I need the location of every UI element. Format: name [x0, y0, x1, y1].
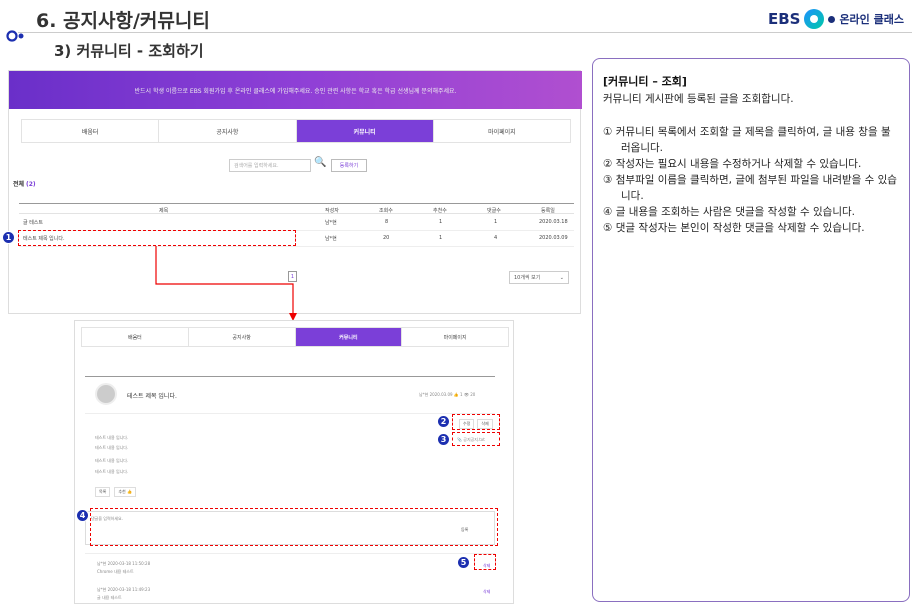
comment-date: 2020-03-18 11:50:28 [107, 561, 151, 566]
header-divider [18, 32, 912, 33]
highlight-box-3 [452, 432, 500, 446]
highlight-box-4 [90, 508, 498, 546]
post-body-line: 테스트 내용 입니다. [95, 458, 129, 463]
total-count: 전체 (2) [13, 179, 36, 188]
register-button[interactable]: 등록하기 [331, 159, 367, 172]
highlight-box-5 [474, 554, 496, 570]
step-badge-1: 1 [2, 231, 15, 244]
connector-arrow [155, 246, 297, 321]
row-author: 남*현 [325, 236, 337, 242]
post-detail-screenshot: 배움터 공지사항 커뮤니티 마이페이지 테스트 제목 입니다. 남*현 2020… [74, 320, 514, 604]
notice-banner: 반드시 학생 이름으로 EBS 회원가입 후 온라인 클래스에 가입해주세요. … [9, 71, 582, 109]
post-title: 테스트 제목 입니다. [127, 393, 177, 400]
post-body-line: 테스트 내용 입니다. [95, 435, 129, 440]
comment-author: 남*현 [97, 587, 107, 592]
ebs-logo-icon [804, 9, 825, 29]
row-recommend: 1 [439, 219, 443, 225]
tab-learning[interactable]: 배움터 [82, 328, 189, 346]
divider [85, 376, 495, 377]
step-badge-2: 2 [437, 415, 450, 428]
instruction-item: ③ 첨부파일 이름을 클릭하면, 글에 첨부된 파일을 내려받을 수 있습니다. [603, 174, 897, 202]
col-comments: 댓글수 [487, 208, 501, 214]
divider [85, 553, 495, 554]
instruction-item: ④ 글 내용을 조회하는 사람은 댓글을 작성할 수 있습니다. [603, 206, 855, 218]
comment-text: Chrome 내용 테스트 [97, 569, 134, 574]
view-count-select[interactable]: 10개씩 보기 ⌄ [509, 271, 569, 284]
tab-mypage[interactable]: 마이페이지 [434, 120, 570, 142]
comment-item: 남*현 2020-03-18 11:50:28 [97, 561, 150, 567]
page-title: 6. 공지사항/커뮤니티 [36, 10, 210, 32]
main-tabs: 배움터 공지사항 커뮤니티 마이페이지 [21, 119, 571, 143]
table-header: 제목 작성자 조회수 추천수 댓글수 등록일 [19, 203, 574, 214]
dot-icon [828, 15, 836, 23]
post-meta: 남*현 2020.03.09 👍 1 👁 20 [419, 392, 476, 397]
table-row[interactable]: 글 테스트 남*현 8 1 1 2020.03.18 [19, 216, 574, 231]
total-label: 전체 [13, 181, 25, 188]
view-count-value: 10개씩 보기 [514, 275, 541, 281]
step-badge-5: 5 [457, 556, 470, 569]
total-count-value: (2) [25, 181, 36, 188]
chevron-down-icon: ⌄ [559, 274, 564, 281]
brand-logo: EBS 온라인 클래스 [768, 9, 904, 29]
col-recommend: 추천수 [433, 208, 447, 214]
col-title: 제목 [159, 208, 169, 214]
circles-decoration-icon [6, 30, 24, 42]
col-date: 등록일 [541, 208, 555, 214]
row-recommend: 1 [439, 235, 443, 241]
tab-learning[interactable]: 배움터 [22, 120, 160, 142]
instruction-item: ② 작성자는 필요시 내용을 수정하거나 삭제할 수 있습니다. [603, 158, 862, 170]
divider [85, 413, 495, 414]
col-author: 작성자 [325, 208, 339, 214]
row-comments: 4 [494, 235, 498, 241]
avatar [95, 383, 117, 405]
tab-notice[interactable]: 공지사항 [159, 120, 297, 142]
instruction-item: ① 커뮤니티 목록에서 조회할 글 제목을 클릭하여, 글 내용 창을 불러옵니… [603, 126, 891, 154]
row-views: 8 [385, 219, 389, 225]
instruction-item: ⑤ 댓글 작성자는 본인이 작성한 댓글을 삭제할 수 있습니다. [603, 222, 865, 234]
comment-author: 남*현 [97, 561, 107, 566]
step-badge-3: 3 [437, 433, 450, 446]
row-author: 남*현 [325, 220, 337, 226]
row-views: 20 [383, 235, 390, 241]
col-views: 조회수 [379, 208, 393, 214]
detail-tabs: 배움터 공지사항 커뮤니티 마이페이지 [81, 327, 509, 347]
row-date: 2020.03.09 [539, 235, 568, 241]
post-body-line: 테스트 내용 입니다. [95, 445, 129, 450]
panel-description: 커뮤니티 게시판에 등록된 글을 조회합니다. [603, 93, 794, 105]
comment-delete-button[interactable]: 삭제 [483, 589, 490, 595]
post-body-line: 테스트 내용 입니다. [95, 469, 129, 474]
recommend-button[interactable]: 추천 👍 [114, 487, 136, 497]
comment-date: 2020-03-18 11:49:23 [107, 587, 151, 592]
panel-title: [커뮤니티 – 조회] [603, 75, 687, 88]
brand-name: EBS [767, 10, 801, 28]
comment-item: 남*현 2020-03-18 11:49:23 [97, 587, 150, 593]
list-button[interactable]: 목록 [95, 487, 111, 497]
row-comments: 1 [494, 219, 498, 225]
tab-community[interactable]: 커뮤니티 [296, 120, 434, 142]
instruction-list: ① 커뮤니티 목록에서 조회할 글 제목을 클릭하여, 글 내용 창을 불러옵니… [603, 124, 899, 236]
section-subtitle: 3) 커뮤니티 - 조회하기 [54, 42, 204, 60]
search-icon[interactable]: 🔍 [314, 157, 326, 168]
highlight-box-1 [18, 230, 296, 246]
step-badge-4: 4 [76, 509, 89, 522]
row-title[interactable]: 글 테스트 [23, 219, 43, 226]
highlight-box-2 [452, 414, 500, 430]
comment-text: 글 내용 테스트 [97, 595, 122, 600]
row-date: 2020.03.18 [539, 219, 568, 225]
post-actions: 목록 추천 👍 [95, 487, 136, 497]
tab-notice[interactable]: 공지사항 [189, 328, 296, 346]
description-panel: [커뮤니티 – 조회] 커뮤니티 게시판에 등록된 글을 조회합니다. ① 커뮤… [592, 58, 910, 602]
tab-community[interactable]: 커뮤니티 [295, 328, 403, 346]
brand-service: 온라인 클래스 [839, 13, 904, 26]
search-input[interactable]: 검색어를 입력하세요. [229, 159, 311, 172]
tab-mypage[interactable]: 마이페이지 [402, 328, 508, 346]
